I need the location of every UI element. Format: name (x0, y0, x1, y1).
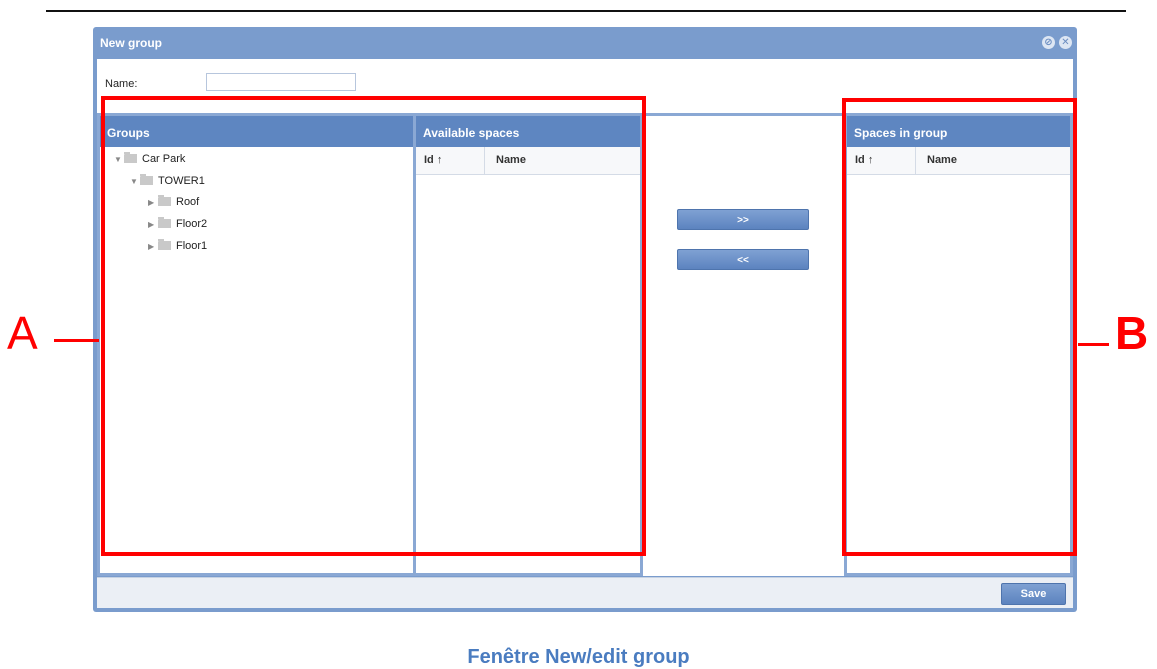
transfer-area: >> << (643, 113, 844, 576)
window-titlebar[interactable]: New group ⊘ ✕ (93, 27, 1077, 59)
name-input[interactable] (206, 73, 356, 91)
annotation-box-b (842, 98, 1077, 556)
window-title: New group (100, 36, 162, 50)
annotation-line-a (54, 339, 99, 342)
annotation-label-b: B (1115, 307, 1149, 359)
remove-from-group-button[interactable]: << (677, 249, 809, 270)
annotation-label-a: A (7, 307, 38, 359)
annotation-line-b (1078, 343, 1109, 346)
close-icon[interactable]: ✕ (1059, 36, 1072, 49)
window-footer: Save (97, 577, 1073, 608)
save-button[interactable]: Save (1001, 583, 1066, 605)
add-to-group-button[interactable]: >> (677, 209, 809, 230)
name-label: Name: (105, 78, 138, 90)
top-rule (46, 10, 1126, 12)
figure-caption: Fenêtre New/edit group (467, 646, 690, 668)
annotation-box-a (101, 96, 646, 556)
minimize-icon[interactable]: ⊘ (1042, 36, 1055, 49)
